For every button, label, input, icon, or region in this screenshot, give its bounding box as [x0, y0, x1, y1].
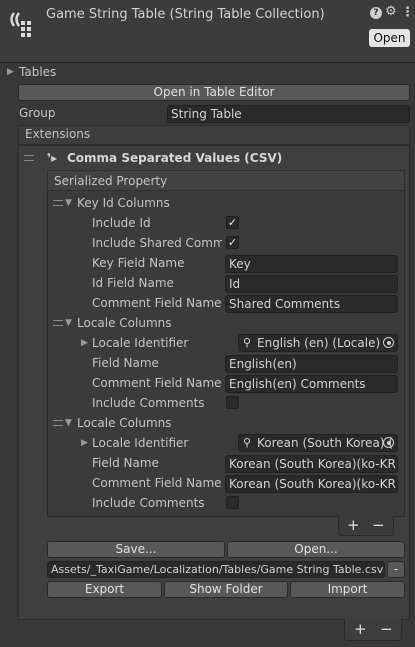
locale-columns-header[interactable]: Locale Columns: [77, 316, 172, 330]
string-table-collection-icon: [8, 9, 38, 39]
key-field-name-input[interactable]: Key: [225, 255, 398, 273]
settings-icon[interactable]: ⚙: [385, 4, 397, 19]
object-picker-icon[interactable]: [383, 337, 394, 348]
include-comments-label: Include Comments: [92, 396, 205, 410]
comment-field-name-input[interactable]: Shared Comments: [225, 295, 398, 313]
export-button[interactable]: Export: [47, 581, 162, 598]
csv-extension-title: Comma Separated Values (CSV): [67, 151, 283, 165]
add-item-button[interactable]: +: [347, 516, 360, 534]
location-pin-icon: ⚲: [243, 436, 252, 449]
key-field-name-label: Key Field Name: [92, 256, 185, 270]
location-pin-icon: ⚲: [243, 336, 252, 349]
add-extension-button[interactable]: +: [354, 620, 367, 638]
help-icon[interactable]: ?: [370, 7, 382, 19]
include-id-label: Include Id: [92, 216, 151, 230]
clear-path-button[interactable]: -: [387, 561, 405, 578]
locale-columns-foldout-arrow-icon[interactable]: ▼: [65, 318, 72, 328]
csv-path-field[interactable]: Assets/_TaxiGame/Localization/Tables/Gam…: [47, 561, 385, 578]
remove-item-button[interactable]: −: [372, 516, 385, 534]
field-name-label: Field Name: [92, 456, 159, 470]
group-field[interactable]: String Table: [167, 105, 410, 123]
include-comments-label: Include Comments: [92, 496, 205, 510]
key-id-foldout-arrow-icon[interactable]: ▼: [65, 198, 72, 208]
key-id-columns-header[interactable]: Key Id Columns: [77, 196, 170, 210]
include-shared-comments-label: Include Shared Comme: [92, 236, 222, 250]
id-field-name-label: Id Field Name: [92, 276, 174, 290]
field-name-input[interactable]: Korean (South Korea)(ko-KR): [225, 455, 398, 473]
open-button[interactable]: Open: [369, 29, 410, 47]
open-csv-button[interactable]: Open...: [227, 541, 405, 558]
locale-value: English (en) (Locale): [257, 336, 381, 350]
id-field-name-input[interactable]: Id: [225, 275, 398, 293]
comment-field-name-label: Comment Field Name: [92, 376, 222, 390]
locale-value: Korean (South Korea) (: [257, 436, 394, 450]
object-picker-icon[interactable]: [383, 437, 394, 448]
locale-identifier-foldout-arrow-icon[interactable]: ▶: [81, 338, 88, 348]
menu-icon[interactable]: ⋮: [401, 5, 414, 20]
serialized-property-label: Serialized Property: [54, 174, 168, 188]
remove-extension-button[interactable]: −: [380, 620, 393, 638]
show-folder-button[interactable]: Show Folder: [164, 581, 288, 598]
locale-identifier-field[interactable]: English (en) (Locale): [238, 334, 398, 352]
locale-columns-header[interactable]: Locale Columns: [77, 416, 172, 430]
locale-columns-foldout-arrow-icon[interactable]: ▼: [65, 418, 72, 428]
import-button[interactable]: Import: [290, 581, 405, 598]
include-id-checkbox[interactable]: ✓: [226, 216, 239, 229]
tables-foldout[interactable]: Tables: [19, 65, 56, 79]
drag-handle-icon[interactable]: [53, 420, 63, 426]
save-button[interactable]: Save...: [47, 541, 225, 558]
csv-extension-icon: ❜▸: [47, 151, 58, 165]
include-comments-checkbox[interactable]: [226, 496, 239, 509]
field-name-label: Field Name: [92, 356, 159, 370]
include-shared-comments-checkbox[interactable]: ✓: [226, 236, 239, 249]
drag-handle-icon[interactable]: [53, 200, 63, 206]
extensions-label: Extensions: [25, 127, 91, 141]
open-in-table-editor-button[interactable]: Open in Table Editor: [18, 84, 410, 101]
locale-identifier-label: Locale Identifier: [92, 436, 189, 450]
drag-handle-icon[interactable]: [24, 155, 34, 161]
locale-identifier-label: Locale Identifier: [92, 336, 189, 350]
comment-field-name-input[interactable]: English(en) Comments: [225, 375, 398, 393]
include-comments-checkbox[interactable]: [226, 396, 239, 409]
comment-field-name-label: Comment Field Name: [92, 296, 222, 310]
extensions-footer: [344, 619, 402, 641]
field-name-input[interactable]: English(en): [225, 355, 398, 373]
comment-field-name-input[interactable]: Korean (South Korea)(ko-KR): [225, 475, 398, 493]
tables-foldout-arrow-icon[interactable]: ▶: [7, 67, 14, 77]
drag-handle-icon[interactable]: [53, 320, 63, 326]
locale-identifier-foldout-arrow-icon[interactable]: ▶: [81, 438, 88, 448]
page-title: Game String Table (String Table Collecti…: [46, 7, 325, 22]
group-label: Group: [19, 106, 56, 120]
comment-field-name-label: Comment Field Name: [92, 476, 222, 490]
locale-identifier-field[interactable]: Korean (South Korea) (: [238, 434, 398, 452]
